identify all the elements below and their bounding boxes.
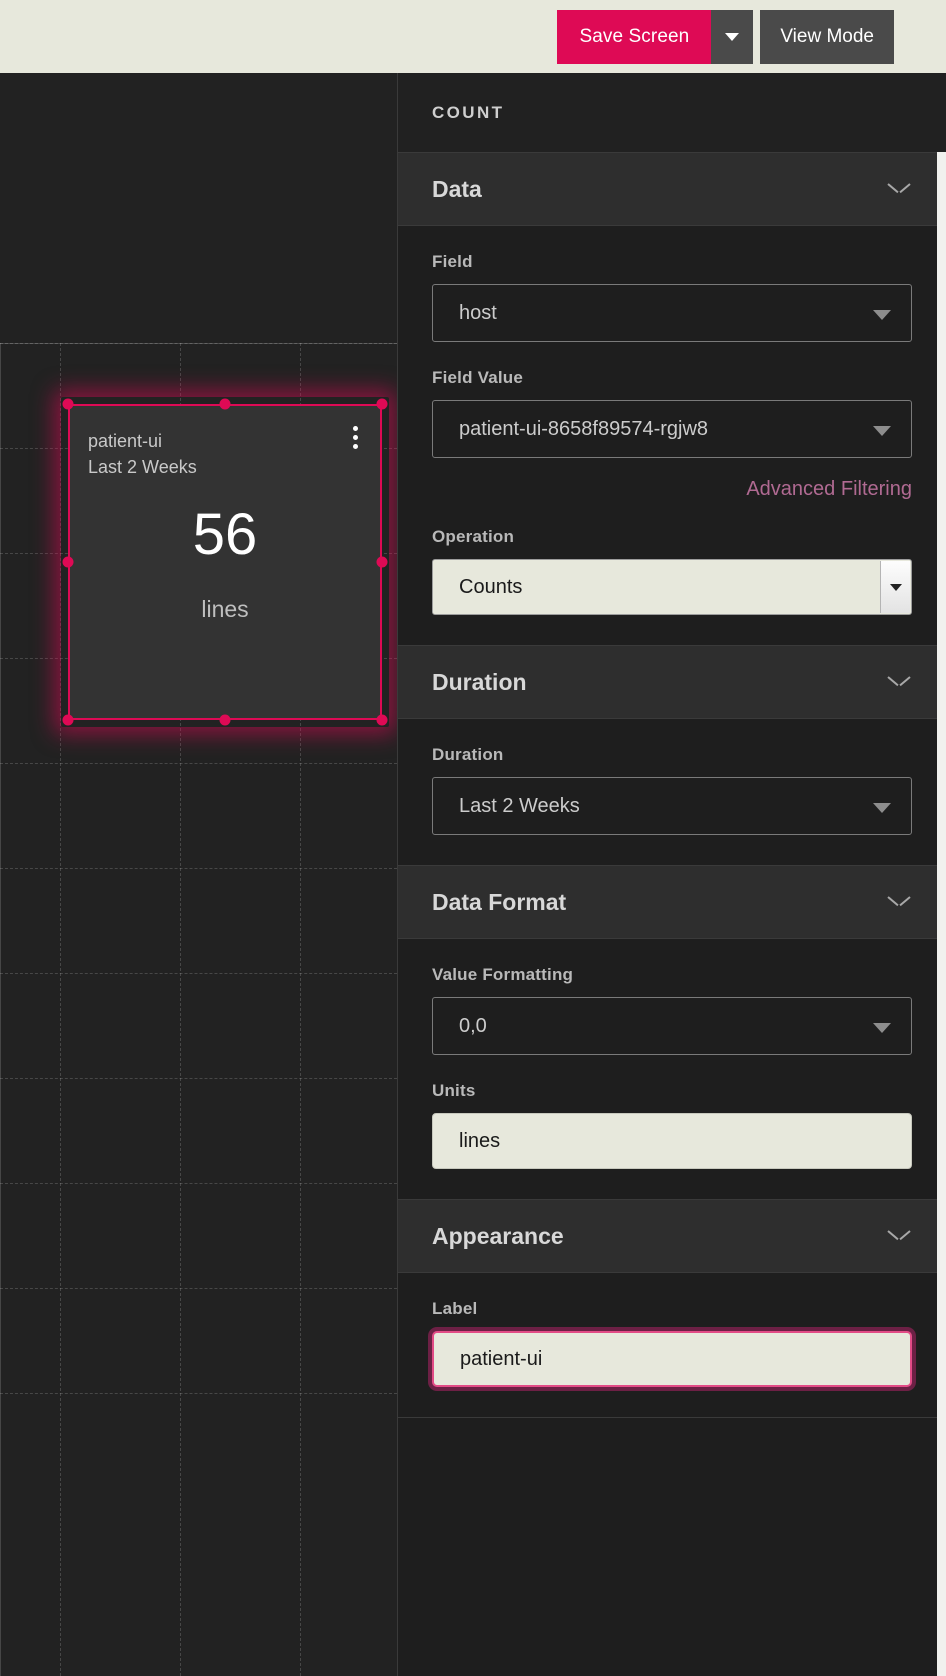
duration-select-value: Last 2 Weeks [459, 794, 580, 817]
section-header-appearance[interactable]: Appearance [398, 1199, 946, 1273]
advanced-filtering-link[interactable]: Advanced Filtering [746, 478, 912, 501]
chevron-down-icon[interactable] [888, 1230, 910, 1242]
widget-units: lines [201, 596, 249, 622]
chevron-down-icon [873, 310, 891, 320]
kebab-dot [353, 435, 358, 440]
resize-handle-top-center[interactable] [219, 398, 231, 410]
field-label-label: Label [432, 1299, 478, 1318]
section-title-duration: Duration [432, 668, 527, 695]
chevron-down-icon [873, 803, 891, 813]
value-formatting-value: 0,0 [459, 1014, 487, 1037]
operation-select[interactable]: Counts [432, 559, 912, 615]
count-widget-card[interactable]: patient-ui Last 2 Weeks 56 lines [68, 404, 382, 720]
count-widget[interactable]: patient-ui Last 2 Weeks 56 lines [62, 398, 388, 726]
section-title-data-format: Data Format [432, 888, 567, 915]
panel-header: COUNT [398, 73, 946, 152]
panel-title: COUNT [432, 102, 505, 122]
section-body-data-format: Value Formatting 0,0 Units lines [398, 939, 946, 1199]
field-label-value-formatting: Value Formatting [432, 965, 574, 984]
grid-line-horizontal [0, 343, 397, 344]
field-value-select[interactable]: patient-ui-8658f89574-rgjw8 [432, 400, 912, 458]
operation-select-value: Counts [459, 575, 523, 598]
chevron-down-icon [873, 426, 891, 436]
grid-line-vertical [60, 343, 61, 1676]
dashboard-canvas[interactable]: patient-ui Last 2 Weeks 56 lines [0, 73, 397, 1676]
section-body-data: Field host Field Value patient-ui-8658f8… [398, 226, 946, 645]
view-mode-button[interactable]: View Mode [760, 9, 894, 64]
widget-title: patient-ui [88, 431, 163, 451]
field-select[interactable]: host [432, 284, 912, 342]
chevron-down-icon [725, 32, 740, 41]
section-header-data-format[interactable]: Data Format [398, 865, 946, 939]
value-formatting-select[interactable]: 0,0 [432, 997, 912, 1055]
section-body-duration: Duration Last 2 Weeks [398, 719, 946, 865]
save-screen-dropdown-button[interactable] [711, 9, 754, 64]
section-header-data[interactable]: Data [398, 152, 946, 226]
chevron-down-icon [873, 1023, 891, 1033]
resize-handle-top-right[interactable] [376, 398, 388, 410]
section-title-appearance: Appearance [432, 1222, 564, 1249]
kebab-menu-icon[interactable] [353, 426, 358, 449]
section-title-data: Data [432, 175, 482, 202]
field-label-duration: Duration [432, 745, 504, 764]
label-input[interactable]: patient-ui [432, 1331, 912, 1387]
field-label-operation: Operation [432, 527, 515, 546]
widget-value: 56 [192, 502, 258, 567]
field-label-field-value: Field Value [432, 368, 524, 387]
duration-select[interactable]: Last 2 Weeks [432, 777, 912, 835]
resize-handle-middle-left[interactable] [62, 556, 74, 568]
resize-handle-top-left[interactable] [62, 398, 74, 410]
resize-handle-bottom-right[interactable] [376, 714, 388, 726]
panel-footer-divider [398, 1417, 946, 1537]
kebab-dot [353, 444, 358, 449]
section-body-appearance: Label patient-ui [398, 1273, 946, 1417]
resize-handle-bottom-left[interactable] [62, 714, 74, 726]
grid-line-horizontal [0, 1183, 397, 1184]
chevron-down-icon[interactable] [880, 561, 910, 613]
chevron-down-icon[interactable] [888, 676, 910, 688]
kebab-dot [353, 426, 358, 431]
resize-handle-bottom-center[interactable] [219, 714, 231, 726]
grid-line-horizontal [0, 1393, 397, 1394]
chevron-down-icon[interactable] [888, 896, 910, 908]
widget-subtitle: Last 2 Weeks [88, 456, 197, 477]
panel-scrollbar-thumb[interactable] [937, 152, 946, 1132]
save-screen-button[interactable]: Save Screen [557, 9, 712, 64]
grid-line-horizontal [0, 1288, 397, 1289]
chevron-down-icon[interactable] [888, 183, 910, 195]
field-label-units: Units [432, 1081, 476, 1100]
field-select-value: host [459, 301, 497, 324]
section-header-duration[interactable]: Duration [398, 645, 946, 719]
grid-line-horizontal [0, 1078, 397, 1079]
field-value-select-value: patient-ui-8658f89574-rgjw8 [459, 417, 709, 440]
advanced-filtering-row: Advanced Filtering [432, 478, 912, 501]
top-toolbar: Save Screen View Mode [0, 0, 946, 73]
grid-line-horizontal [0, 868, 397, 869]
resize-handle-middle-right[interactable] [376, 556, 388, 568]
app-root: Save Screen View Mode patient-ui Last 2 … [0, 0, 946, 1676]
field-label-field: Field [432, 252, 473, 271]
grid-line-horizontal [0, 763, 397, 764]
grid-line-horizontal [0, 973, 397, 974]
panel-scrollbar[interactable] [937, 152, 946, 1676]
save-screen-button-group: Save Screen [557, 9, 754, 64]
properties-panel: COUNT Data Field host Field Value patien… [397, 73, 946, 1676]
units-input[interactable]: lines [432, 1113, 912, 1169]
